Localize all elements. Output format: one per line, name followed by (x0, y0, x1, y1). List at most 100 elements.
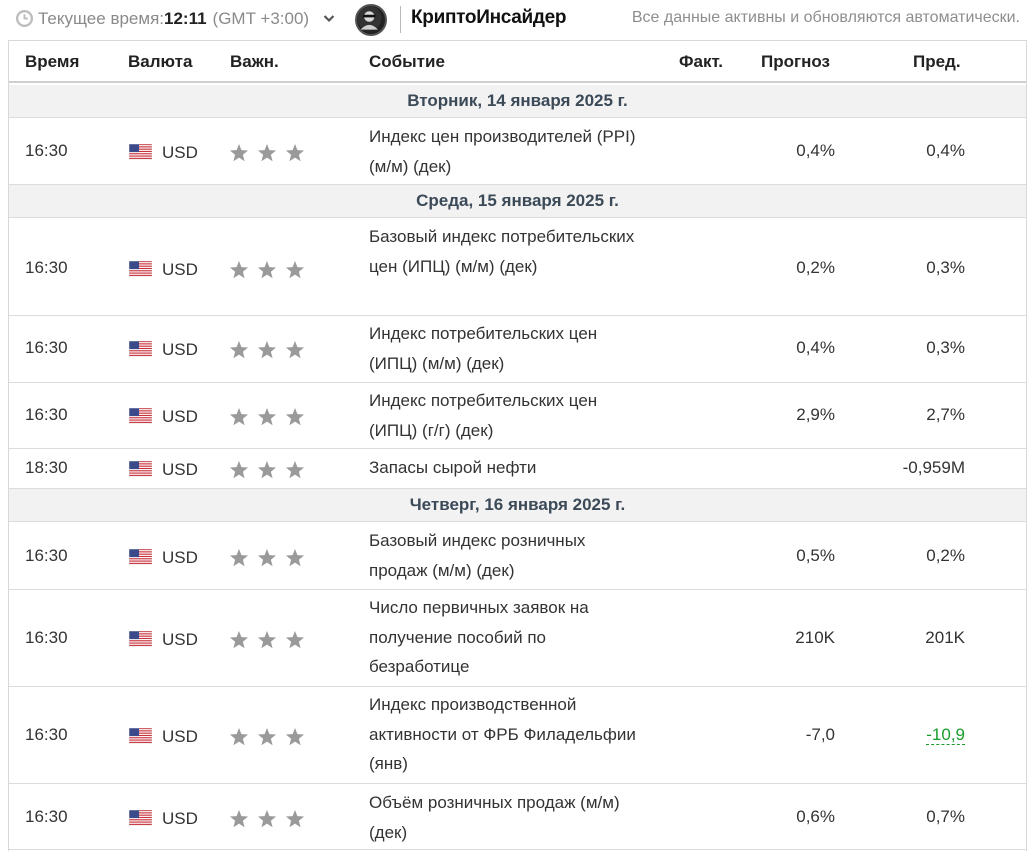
star-icon (257, 728, 277, 746)
event-name[interactable]: Индекс цен производителей (PPI) (м/м) (д… (369, 122, 644, 181)
timezone-label[interactable]: (GMT +3:00) (213, 9, 310, 28)
importance-stars (229, 341, 305, 359)
us-flag-icon (129, 728, 152, 744)
table-header: Время Валюта Важн. Событие Факт. Прогноз… (9, 41, 1026, 83)
us-flag-icon (129, 631, 152, 647)
table-row[interactable]: 16:30 USD Число первичных заявок на полу… (9, 590, 1026, 687)
importance-stars (229, 461, 305, 479)
column-currency[interactable]: Валюта (128, 52, 192, 72)
event-previous: -0,959M (902, 458, 965, 477)
brand-logo[interactable] (355, 4, 387, 36)
star-icon (257, 810, 277, 828)
day-header: Четверг, 16 января 2025 г. (9, 489, 1026, 522)
day-header: Вторник, 14 января 2025 г. (9, 85, 1026, 118)
table-row[interactable]: 16:30 USD Базовый индекс потребительских… (9, 218, 1026, 316)
event-currency: USD (162, 809, 198, 828)
table-row[interactable]: 18:30 USD Запасы сырой нефти -0,959M (9, 449, 1026, 489)
table-row[interactable]: 16:30 USD Базовый индекс розничных прода… (9, 522, 1026, 590)
importance-stars (229, 144, 305, 162)
table-row[interactable]: 16:30 USD Объём розничных продаж (м/м) (… (9, 784, 1026, 850)
star-icon (285, 461, 305, 479)
table-row[interactable]: 16:30 USD Индекс цен производителей (PPI… (9, 118, 1026, 185)
event-previous: 0,7% (926, 807, 965, 826)
event-currency: USD (162, 727, 198, 746)
event-time: 18:30 (25, 458, 68, 477)
star-icon (229, 549, 249, 567)
column-actual[interactable]: Факт. (679, 52, 723, 72)
chevron-down-icon[interactable] (323, 14, 335, 23)
brand-name[interactable]: КриптоИнсайдер (411, 7, 567, 29)
column-event[interactable]: Событие (369, 52, 445, 72)
current-time-value: 12:11 (164, 9, 207, 28)
event-time: 16:30 (25, 141, 68, 160)
auto-update-note: Все данные активны и обновляются автомат… (631, 9, 1020, 26)
event-name[interactable]: Объём розничных продаж (м/м) (дек) (369, 788, 644, 847)
star-icon (229, 261, 249, 279)
event-previous: 201K (925, 628, 965, 647)
table-row[interactable]: 16:30 USD Индекс производственной активн… (9, 687, 1026, 784)
event-previous: -10,9 (845, 725, 965, 745)
event-time: 16:30 (25, 628, 68, 647)
importance-stars (229, 810, 305, 828)
us-flag-icon (129, 408, 152, 424)
us-flag-icon (129, 144, 152, 160)
event-forecast: 0,5% (796, 546, 835, 565)
event-currency: USD (162, 630, 198, 649)
importance-stars (229, 261, 305, 279)
day-header-label: Вторник, 14 января 2025 г. (407, 91, 628, 110)
column-forecast[interactable]: Прогноз (761, 52, 830, 72)
event-previous: 0,3% (926, 258, 965, 277)
event-name[interactable]: Запасы сырой нефти (369, 453, 644, 483)
star-icon (285, 728, 305, 746)
current-time-label: Текущее время: (38, 9, 164, 28)
event-forecast: 210K (795, 628, 835, 647)
economic-calendar-table: Время Валюта Важн. Событие Факт. Прогноз… (8, 40, 1027, 851)
star-icon (285, 631, 305, 649)
event-forecast: 0,6% (796, 807, 835, 826)
day-header-label: Среда, 15 января 2025 г. (416, 191, 619, 210)
star-icon (229, 810, 249, 828)
event-name[interactable]: Индекс производственной активности от ФР… (369, 690, 644, 779)
star-icon (285, 549, 305, 567)
event-previous: 0,3% (926, 338, 965, 357)
day-header: Среда, 15 января 2025 г. (9, 185, 1026, 218)
event-name[interactable]: Индекс потребительских цен (ИПЦ) (г/г) (… (369, 386, 644, 445)
star-icon (285, 261, 305, 279)
event-currency: USD (162, 340, 198, 359)
star-icon (229, 144, 249, 162)
star-icon (257, 261, 277, 279)
clock-icon (15, 9, 34, 28)
event-name[interactable]: Базовый индекс потребительских цен (ИПЦ)… (369, 222, 644, 281)
event-previous: 0,4% (926, 141, 965, 160)
event-currency: USD (162, 548, 198, 567)
importance-stars (229, 631, 305, 649)
previous-value-positive[interactable]: -10,9 (926, 725, 965, 745)
day-header-label: Четверг, 16 января 2025 г. (409, 495, 626, 514)
table-row[interactable]: 16:30 USD Индекс потребительских цен (ИП… (9, 316, 1026, 383)
event-currency: USD (162, 407, 198, 426)
current-time: Текущее время:12:11 (GMT +3:00) (38, 9, 309, 29)
event-name[interactable]: Число первичных заявок на получение посо… (369, 593, 644, 682)
column-previous[interactable]: Пред. (913, 52, 961, 72)
event-time: 16:30 (25, 338, 68, 357)
event-currency: USD (162, 460, 198, 479)
event-name[interactable]: Базовый индекс розничных продаж (м/м) (д… (369, 526, 644, 585)
column-time[interactable]: Время (25, 52, 79, 72)
event-previous: 2,7% (926, 405, 965, 424)
event-forecast: 0,4% (796, 141, 835, 160)
brand-divider (400, 6, 401, 33)
star-icon (257, 144, 277, 162)
importance-stars (229, 408, 305, 426)
table-row[interactable]: 16:30 USD Индекс потребительских цен (ИП… (9, 383, 1026, 449)
us-flag-icon (129, 810, 152, 826)
event-time: 16:30 (25, 546, 68, 565)
event-name[interactable]: Индекс потребительских цен (ИПЦ) (м/м) (… (369, 319, 644, 378)
event-forecast: 2,9% (796, 405, 835, 424)
column-importance[interactable]: Важн. (230, 52, 279, 72)
star-icon (229, 728, 249, 746)
event-time: 16:30 (25, 725, 68, 744)
star-icon (285, 408, 305, 426)
us-flag-icon (129, 341, 152, 357)
event-currency: USD (162, 260, 198, 279)
event-time: 16:30 (25, 405, 68, 424)
